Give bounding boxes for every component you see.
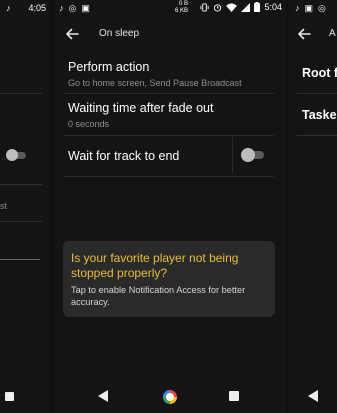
music-note-icon: ♪ [295, 3, 300, 13]
music-note-icon: ♪ [6, 3, 11, 13]
toggle-thumb [6, 149, 18, 161]
divider [64, 135, 274, 136]
list-item-root[interactable]: Root fu [302, 66, 337, 80]
back-icon[interactable] [308, 390, 318, 402]
page-title: On sleep [99, 28, 140, 39]
right-screen-panel: ♪ ▣ ◎ A Root fu Tasker [289, 0, 337, 413]
divider [297, 93, 337, 94]
status-system-icons: 5:04 [200, 2, 282, 12]
notification-access-banner[interactable]: Is your favorite player not being stoppe… [63, 241, 275, 317]
wifi-icon [226, 2, 238, 12]
status-time: 4:05 [28, 3, 46, 13]
input-underline [0, 259, 40, 260]
divider [0, 93, 42, 94]
status-time: 5:04 [264, 2, 282, 12]
network-speed: 0 B 6 KB [175, 1, 188, 15]
toggle-switch[interactable] [6, 149, 28, 161]
list-item-tasker[interactable]: Tasker [302, 108, 337, 122]
gallery-icon: ▣ [81, 3, 90, 13]
app-header: On sleep [54, 21, 286, 47]
status-notification-icons: ♪ ▣ ◎ [295, 3, 326, 14]
back-icon[interactable] [98, 390, 108, 402]
back-arrow-icon[interactable] [295, 25, 313, 43]
alarm-icon [214, 3, 222, 12]
recents-icon[interactable] [229, 391, 239, 401]
battery-icon [254, 2, 261, 12]
signal-icon [241, 2, 251, 12]
back-arrow-icon[interactable] [63, 25, 81, 43]
fragment-text: st [0, 201, 8, 211]
setting-subtitle: Go to home screen, Send Pause Broadcast [68, 78, 242, 88]
setting-subtitle: 0 seconds [68, 119, 110, 129]
instagram-icon: ◎ [68, 3, 77, 13]
status-bar: ♪ ◎ ▣ 0 B 6 KB 5:04 [54, 0, 286, 16]
network-speed-top: 0 B [179, 1, 189, 7]
left-screen-panel: ♪ 4:05 st [0, 0, 50, 413]
vertical-divider [232, 137, 233, 173]
banner-body: Tap to enable Notification Access for be… [71, 285, 246, 307]
page-title: A [329, 28, 336, 39]
toggle-thumb [241, 148, 255, 162]
recents-icon[interactable] [5, 392, 14, 401]
divider [297, 135, 337, 136]
network-speed-bottom: 6 KB [175, 8, 189, 14]
home-icon-inner [166, 393, 174, 401]
banner-title: Is your favorite player not being stoppe… [71, 251, 239, 280]
navigation-bar [54, 379, 286, 413]
wait-for-track-toggle[interactable] [240, 148, 266, 162]
divider [0, 184, 42, 185]
instagram-icon: ◎ [318, 3, 326, 13]
gallery-icon: ▣ [304, 3, 314, 13]
on-sleep-screen: ♪ ◎ ▣ 0 B 6 KB 5:04 On sleep Perform act… [54, 0, 286, 413]
divider [64, 176, 274, 177]
divider [64, 93, 274, 94]
divider [0, 221, 42, 222]
setting-title: Waiting time after fade out [68, 101, 214, 115]
status-notification-icons: ♪ ◎ ▣ [59, 3, 90, 14]
music-note-icon: ♪ [59, 3, 64, 13]
setting-waiting-time[interactable]: Waiting time after fade out 0 seconds [68, 101, 276, 129]
home-icon[interactable] [163, 390, 177, 404]
vibrate-icon [200, 2, 210, 12]
setting-title: Perform action [68, 60, 150, 74]
setting-perform-action[interactable]: Perform action Go to home screen, Send P… [68, 60, 276, 88]
